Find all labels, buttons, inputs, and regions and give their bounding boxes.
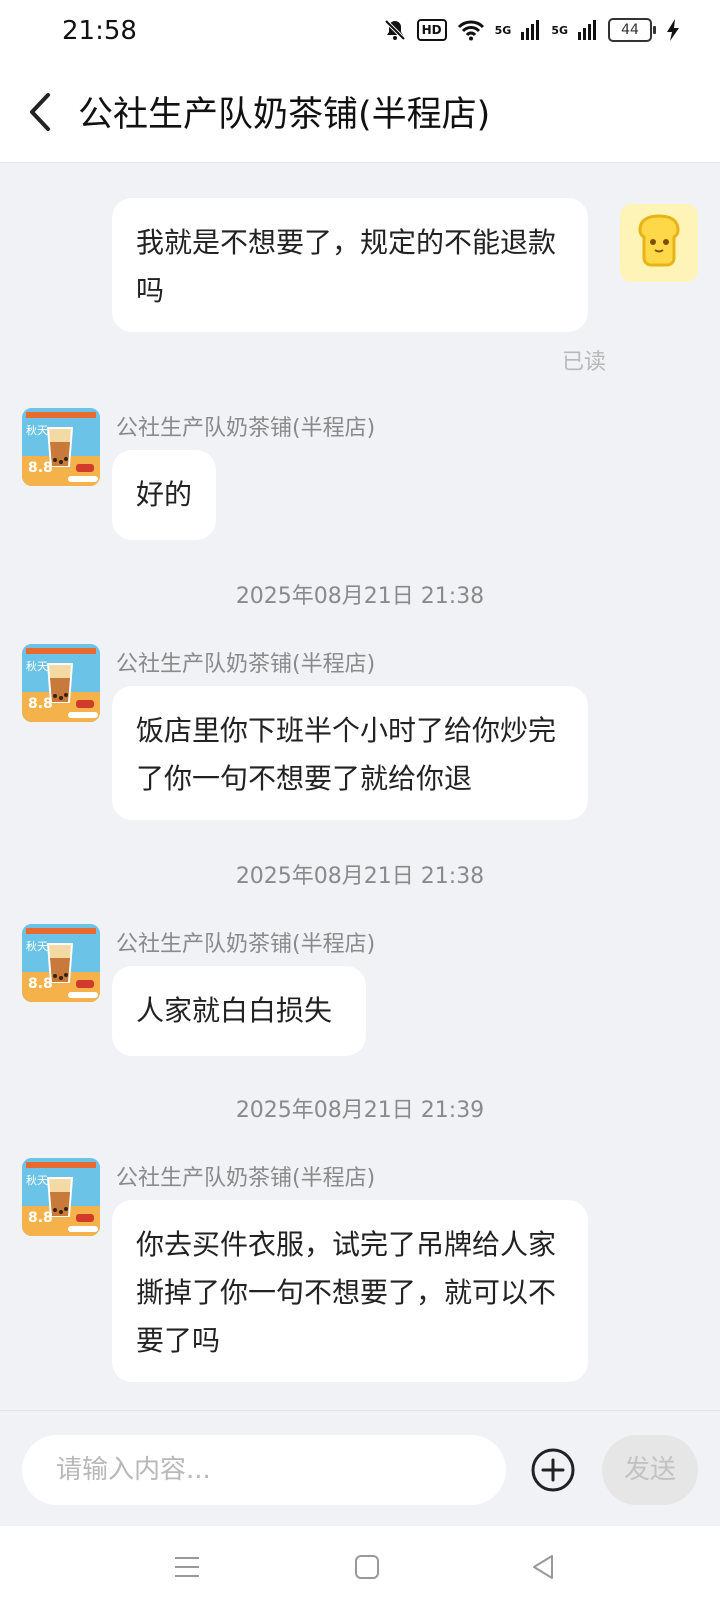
message-bubble-incoming[interactable]: 饭店里你下班半个小时了给你炒完了你一句不想要了就给你退 [112, 686, 588, 820]
status-bar: 21:58 HD 5G 5G 44 [0, 0, 720, 64]
sender-name: 公社生产队奶茶铺(半程店) [116, 416, 376, 441]
charging-icon [667, 19, 679, 41]
avatar-badge: 8.8 [28, 460, 53, 476]
avatar[interactable]: 秋天 8.8 [22, 644, 100, 722]
avatar[interactable]: 秋天 8.8 [22, 408, 100, 486]
status-time: 21:58 [62, 16, 137, 46]
message-text: 饭店里你下班半个小时了给你炒完了你一句不想要了就给你退 [136, 714, 557, 795]
network-5g-label: 5G [494, 23, 512, 37]
wifi-icon [457, 20, 484, 41]
avatar[interactable]: 秋天 8.8 [22, 924, 100, 1002]
message-timestamp: 2025年08月21日 21:38 [235, 864, 485, 889]
message-bubble-incoming[interactable]: 人家就白白损失 [112, 966, 366, 1056]
hd-icon: HD [416, 19, 447, 41]
signal-icon [578, 20, 596, 40]
chevron-left-icon[interactable] [22, 89, 62, 135]
message-bubble-outgoing[interactable]: 我就是不想要了，规定的不能退款吗 [112, 198, 588, 332]
message-bubble-incoming[interactable]: 你去买件衣服，试完了吊牌给人家撕掉了你一句不想要了，就可以不要了吗 [112, 1200, 588, 1382]
page-title: 公社生产队奶茶铺(半程店) [78, 95, 491, 135]
message-text: 人家就白白损失 [136, 994, 333, 1027]
system-nav-bar [0, 1526, 720, 1612]
avatar-tagline: 秋天 [26, 424, 48, 437]
chat-message-list[interactable]: 我就是不想要了，规定的不能退款吗 已读 秋天 8.8 公社生产队奶茶铺(半程店)… [0, 162, 720, 1410]
plus-circle-icon[interactable] [530, 1447, 576, 1493]
sender-name: 公社生产队奶茶铺(半程店) [116, 652, 376, 677]
signal-icon [521, 20, 540, 40]
avatar[interactable]: 秋天 8.8 [22, 1158, 100, 1236]
status-icons: HD 5G 5G 44 [383, 18, 680, 42]
avatar-tagline: 秋天 [26, 660, 48, 673]
message-timestamp: 2025年08月21日 21:38 [235, 584, 485, 609]
message-bubble-incoming[interactable]: 好的 [112, 450, 216, 540]
message-text: 你去买件衣服，试完了吊牌给人家撕掉了你一句不想要了，就可以不要了吗 [136, 1228, 557, 1357]
bell-off-icon [384, 19, 406, 41]
avatar-badge: 8.8 [28, 1210, 53, 1226]
toast-emoji-icon [638, 214, 680, 267]
back-triangle-icon[interactable] [530, 1554, 556, 1580]
avatar-badge: 8.8 [28, 696, 53, 712]
network-5g-label: 5G [551, 23, 568, 37]
chat-header: 公社生产队奶茶铺(半程店) [0, 64, 720, 163]
message-text: 我就是不想要了，规定的不能退款吗 [136, 226, 557, 307]
message-text: 好的 [136, 478, 193, 511]
send-button[interactable]: 发送 [602, 1435, 698, 1505]
sender-name: 公社生产队奶茶铺(半程店) [116, 932, 376, 957]
avatar-tagline: 秋天 [26, 940, 48, 953]
avatar-badge: 8.8 [28, 976, 53, 992]
sender-name: 公社生产队奶茶铺(半程店) [116, 1166, 376, 1191]
message-input-bar: 发送 [0, 1410, 720, 1527]
battery-icon: 44 [608, 18, 656, 42]
home-square-icon[interactable] [354, 1554, 380, 1580]
read-status: 已读 [561, 350, 606, 375]
message-input[interactable] [22, 1435, 506, 1505]
message-timestamp: 2025年08月21日 21:39 [235, 1098, 485, 1123]
menu-icon[interactable] [174, 1554, 200, 1580]
avatar[interactable] [620, 204, 698, 282]
avatar-tagline: 秋天 [26, 1174, 48, 1187]
